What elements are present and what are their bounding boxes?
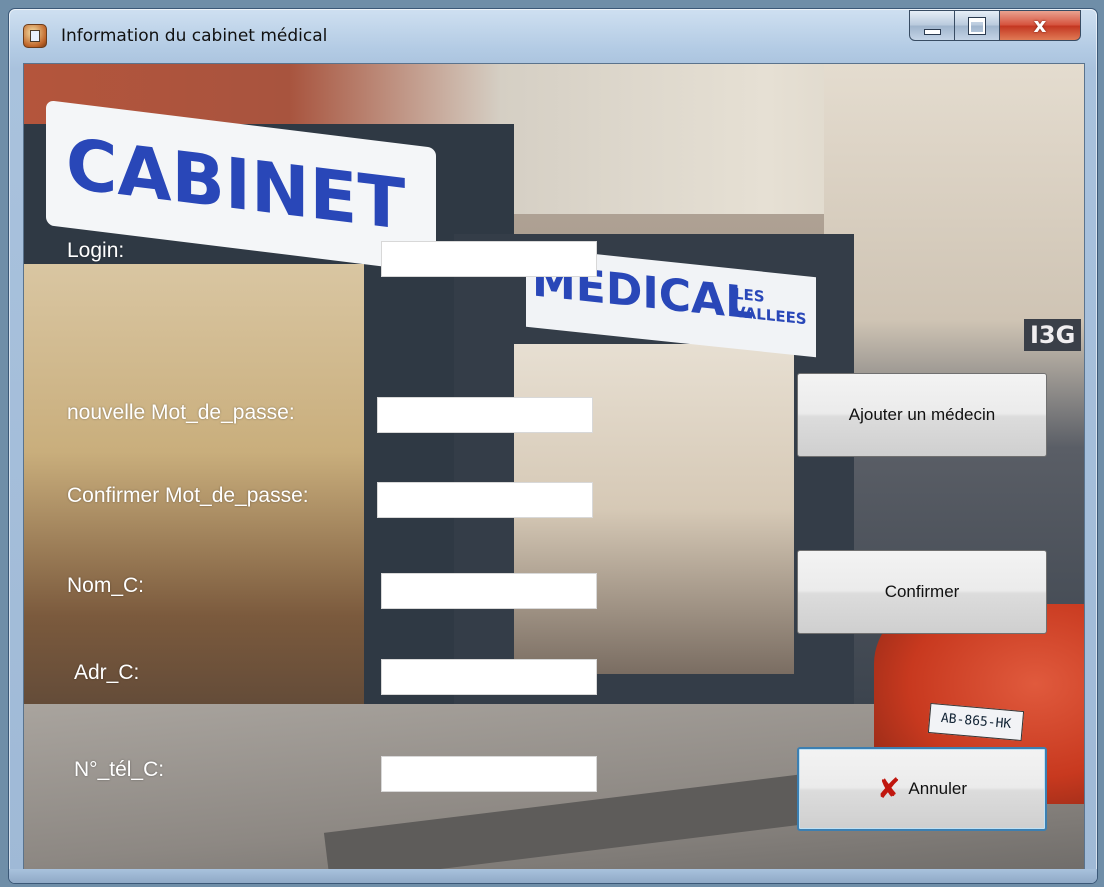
sign-i3g-text: I3G: [1024, 319, 1082, 351]
x-icon: ✘: [876, 772, 901, 805]
main-window: Information du cabinet médical x CABINET…: [8, 8, 1098, 884]
nom-label: Nom_C:: [67, 574, 145, 597]
cancel-label: Annuler: [908, 779, 968, 798]
tel-label: N°_tél_C:: [74, 758, 165, 781]
new-password-input[interactable]: [377, 397, 593, 433]
add-doctor-button[interactable]: Ajouter un médecin: [797, 373, 1047, 457]
close-icon: x: [1033, 13, 1047, 37]
window-title: Information du cabinet médical: [61, 26, 328, 46]
adr-label: Adr_C:: [74, 661, 140, 684]
app-icon: [23, 24, 47, 48]
confirm-password-input[interactable]: [377, 482, 593, 518]
cancel-button[interactable]: ✘ Annuler: [797, 747, 1047, 831]
confirm-button[interactable]: Confirmer: [797, 550, 1047, 634]
new-password-label: nouvelle Mot_de_passe:: [67, 401, 295, 424]
adr-input[interactable]: [381, 659, 597, 695]
close-button[interactable]: x: [999, 10, 1081, 41]
confirm-label: Confirmer: [884, 582, 960, 601]
nom-input[interactable]: [381, 573, 597, 609]
tel-input[interactable]: [381, 756, 597, 792]
form-panel: CABINET MEDICAL LES VALLEES I3G AB-865-H…: [23, 63, 1085, 870]
window-bottom-border: [9, 869, 1097, 883]
maximize-button[interactable]: [954, 10, 1000, 41]
login-label: Login:: [67, 239, 125, 262]
sign-cabinet-text: CABINET: [66, 122, 406, 247]
title-bar[interactable]: Information du cabinet médical x: [9, 9, 1097, 59]
confirm-password-label: Confirmer Mot_de_passe:: [67, 484, 309, 507]
minimize-button[interactable]: [909, 10, 955, 41]
add-doctor-label: Ajouter un médecin: [848, 405, 996, 424]
login-input[interactable]: [381, 241, 597, 277]
